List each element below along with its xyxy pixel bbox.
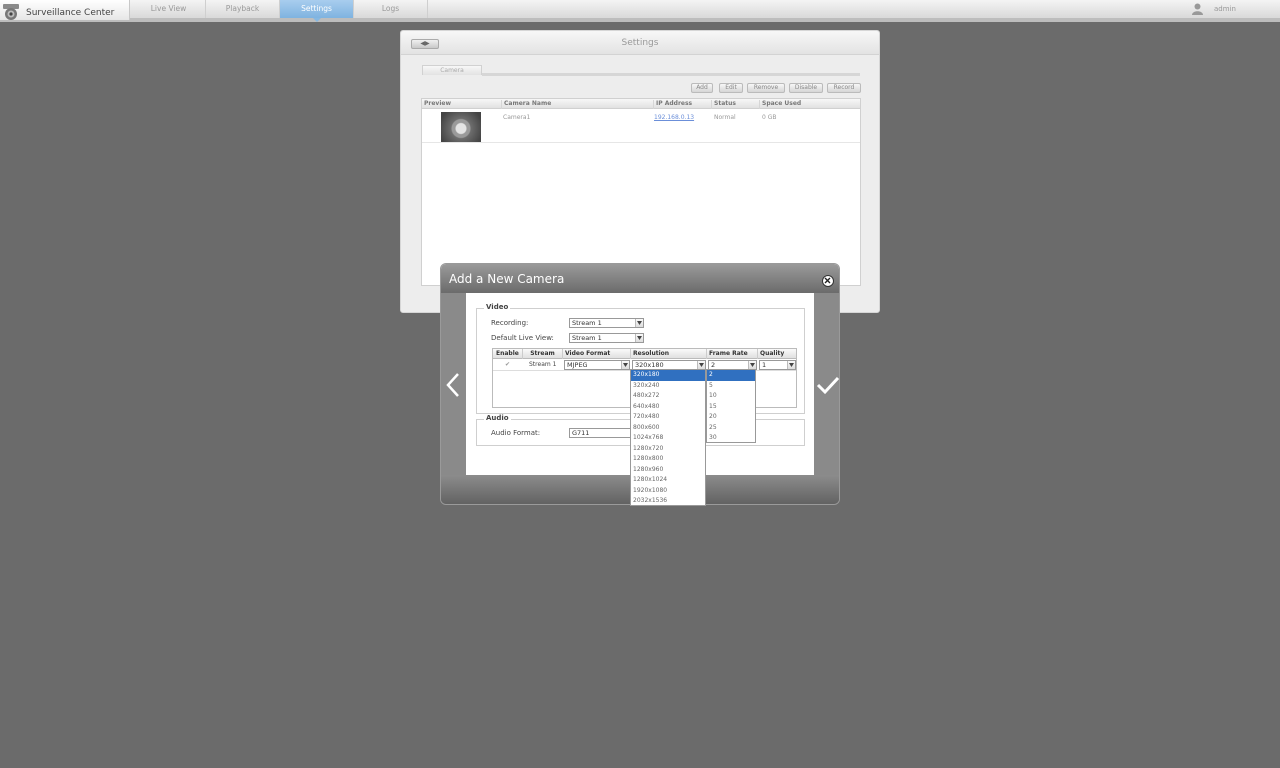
stream-name: Stream 1 (529, 361, 557, 368)
column-camera-name[interactable]: Camera Name (501, 100, 653, 109)
chevron-down-icon (748, 361, 756, 369)
camera-table-header: Preview Camera Name IP Address Status Sp… (422, 99, 860, 109)
user-name[interactable]: admin (1214, 5, 1236, 13)
resolution-option[interactable]: 1280x800 (631, 454, 705, 465)
resolution-option[interactable]: 2032x1536 (631, 496, 705, 507)
remove-button[interactable]: Remove (747, 83, 785, 93)
settings-title: Settings (621, 38, 659, 48)
record-button[interactable]: Record (827, 83, 861, 93)
frame-rate-option[interactable]: 25 (707, 423, 755, 434)
stream-table-header: Enable Stream Video Format Resolution Fr… (493, 349, 796, 359)
audio-legend: Audio (484, 414, 511, 422)
previous-arrow-icon[interactable] (445, 372, 461, 398)
chevron-down-icon (697, 361, 705, 369)
resolution-option[interactable]: 320x180 (631, 370, 705, 381)
camera-preview-thumbnail (441, 112, 481, 142)
audio-format-label: Audio Format: (491, 429, 541, 437)
resolution-option[interactable]: 1280x720 (631, 444, 705, 455)
default-live-view-value: Stream 1 (572, 334, 602, 342)
tab-logs[interactable]: Logs (354, 0, 428, 18)
video-legend: Video (484, 303, 511, 311)
frame-rate-option[interactable]: 20 (707, 412, 755, 423)
frame-rate-value: 2 (711, 361, 716, 369)
default-live-view-select[interactable]: Stream 1 (569, 333, 644, 343)
resolution-option[interactable]: 800x600 (631, 423, 705, 434)
chevron-down-icon (635, 334, 643, 342)
column-space-used[interactable]: Space Used (759, 100, 860, 109)
disable-button[interactable]: Disable (789, 83, 823, 93)
resolution-option[interactable]: 720x480 (631, 412, 705, 423)
close-icon (824, 277, 831, 284)
resolution-dropdown: 320x180 320x240 480x272 640x480 720x480 800x6… (630, 369, 706, 506)
confirm-check-icon[interactable] (816, 372, 840, 398)
tab-playback[interactable]: Playback (206, 0, 280, 18)
resolution-option[interactable]: 640x480 (631, 402, 705, 413)
camera-logo-icon (3, 4, 19, 20)
quality-select[interactable]: 1 (759, 360, 796, 370)
frame-rate-option[interactable]: 30 (707, 433, 755, 444)
video-format-select[interactable]: MJPEG (564, 360, 630, 370)
resolution-value: 320x180 (635, 361, 664, 369)
resolution-option[interactable]: 1024x768 (631, 433, 705, 444)
modal-title: Add a New Camera (449, 272, 565, 286)
chevron-down-icon (621, 361, 629, 369)
recording-select[interactable]: Stream 1 (569, 318, 644, 328)
column-stream: Stream (523, 349, 563, 359)
tab-live-view[interactable]: Live View (132, 0, 206, 18)
frame-rate-dropdown: 2 5 10 15 20 25 30 (706, 369, 756, 443)
column-frame-rate: Frame Rate (707, 349, 758, 359)
ip-address-link[interactable]: 192.168.0.13 (654, 114, 694, 121)
recording-value: Stream 1 (572, 319, 602, 327)
camera-table: Preview Camera Name IP Address Status Sp… (421, 98, 861, 286)
tab-camera[interactable]: Camera (422, 65, 482, 75)
frame-rate-option[interactable]: 5 (707, 381, 755, 392)
tab-divider (482, 73, 860, 76)
space-used: 0 GB (762, 114, 777, 121)
user-icon[interactable] (1192, 3, 1203, 15)
close-button[interactable] (822, 275, 834, 287)
column-resolution: Resolution (631, 349, 707, 359)
tab-settings[interactable]: Settings (280, 0, 354, 22)
recording-label: Recording: (491, 319, 529, 327)
column-quality: Quality (760, 350, 785, 357)
column-ip-address[interactable]: IP Address (653, 100, 711, 109)
enable-checkbox[interactable]: ✔ (505, 361, 510, 368)
resolution-option[interactable]: 1280x960 (631, 465, 705, 476)
chevron-down-icon (787, 361, 795, 369)
default-live-view-label: Default Live View: (491, 334, 554, 342)
table-row[interactable]: Camera1 192.168.0.13 Normal 0 GB (422, 109, 860, 143)
resolution-option[interactable]: 1920x1080 (631, 486, 705, 497)
add-button[interactable]: Add (691, 83, 713, 93)
frame-rate-option[interactable]: 2 (707, 370, 755, 381)
modal-header: Add a New Camera (441, 264, 839, 293)
frame-rate-option[interactable]: 10 (707, 391, 755, 402)
resolution-option[interactable]: 480x272 (631, 391, 705, 402)
top-bar-divider (0, 18, 1280, 22)
column-video-format: Video Format (563, 349, 631, 359)
settings-header: ◀▶ Settings (401, 31, 879, 55)
edit-button[interactable]: Edit (719, 83, 743, 93)
camera-name: Camera1 (503, 114, 531, 121)
resolution-option[interactable]: 320x240 (631, 381, 705, 392)
brand: Surveillance Center (0, 0, 130, 20)
camera-status: Normal (714, 114, 736, 121)
video-format-value: MJPEG (567, 361, 588, 369)
quality-value: 1 (762, 361, 767, 369)
app-title: Surveillance Center (26, 8, 115, 18)
resolution-option[interactable]: 1280x1024 (631, 475, 705, 486)
column-enable: Enable (493, 349, 523, 359)
column-status[interactable]: Status (711, 100, 759, 109)
chevron-down-icon (635, 319, 643, 327)
frame-rate-option[interactable]: 15 (707, 402, 755, 413)
audio-format-value: G711 (572, 429, 590, 437)
column-preview[interactable]: Preview (422, 100, 501, 109)
